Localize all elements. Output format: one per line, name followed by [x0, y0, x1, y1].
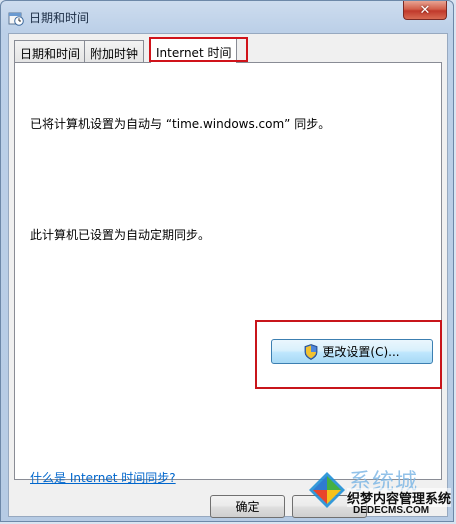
date-time-dialog: 日期和时间 ✕ 日期和时间 附加时钟 Internet 时间 已将计算机设置为自… — [0, 0, 454, 522]
clock-icon — [8, 12, 24, 26]
change-settings-label: 更改设置(C)... — [322, 345, 400, 359]
internet-time-panel: 已将计算机设置为自动与 “time.windows.com” 同步。 此计算机已… — [14, 62, 442, 485]
close-icon: ✕ — [419, 2, 431, 18]
help-link[interactable]: 什么是 Internet 时间同步? — [30, 469, 176, 486]
auto-sync-text: 此计算机已设置为自动定期同步。 — [30, 228, 211, 242]
sync-status-text: 已将计算机设置为自动与 “time.windows.com” 同步。 — [30, 117, 331, 131]
title-bar[interactable]: 日期和时间 ✕ — [1, 1, 453, 33]
tab-date-time[interactable]: 日期和时间 — [14, 40, 87, 62]
tab-additional-clocks[interactable]: 附加时钟 — [84, 40, 145, 62]
close-button[interactable]: ✕ — [403, 1, 447, 20]
watermark-site-url: DEDECMS.COM — [353, 505, 430, 516]
watermark: 系统城 织梦内容管理系统 DEDECMS.COM — [303, 464, 455, 522]
change-settings-button[interactable]: 更改设置(C)... — [271, 339, 433, 364]
windows-logo-icon — [309, 472, 345, 508]
window-title: 日期和时间 — [29, 11, 90, 25]
ok-button[interactable]: 确定 — [210, 495, 285, 518]
tab-highlight-box — [149, 37, 248, 62]
uac-shield-icon — [305, 343, 318, 360]
dialog-body: 日期和时间 附加时钟 Internet 时间 已将计算机设置为自动与 “time… — [8, 33, 448, 518]
